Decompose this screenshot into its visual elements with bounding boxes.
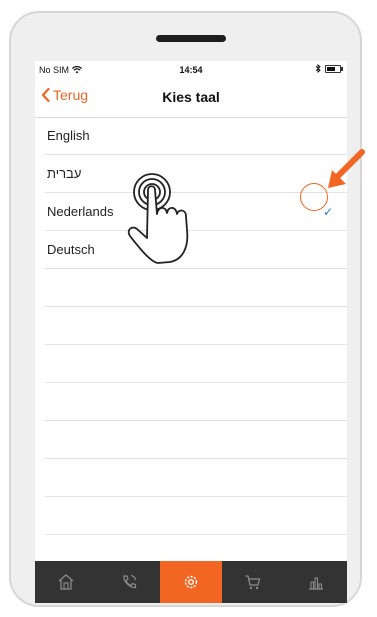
empty-row: [45, 459, 347, 497]
bluetooth-icon: [315, 64, 321, 73]
tab-settings[interactable]: [159, 561, 223, 603]
navigation-bar: Terug Kies taal: [35, 79, 347, 118]
empty-row: [45, 269, 347, 307]
settings-icon: [184, 575, 198, 589]
language-label: עברית: [47, 166, 82, 181]
tab-cart[interactable]: [222, 561, 284, 603]
status-bar: No SIM 14:54: [35, 61, 347, 79]
tab-calls[interactable]: [97, 561, 159, 603]
app-screen: No SIM 14:54 Terug Kies taal English עבר…: [35, 61, 347, 603]
status-time: 14:54: [179, 65, 203, 75]
language-label: English: [47, 128, 90, 143]
home-icon: [58, 574, 74, 590]
empty-row: [45, 307, 347, 345]
phone-speaker: [156, 35, 226, 42]
empty-row: [45, 345, 347, 383]
phone-icon: [123, 574, 136, 589]
empty-row: [45, 383, 347, 421]
language-label: Nederlands: [47, 204, 114, 219]
language-item-english[interactable]: English: [45, 117, 347, 155]
status-right: [315, 64, 343, 73]
pointer-arrow-icon: [328, 149, 365, 188]
empty-row: [45, 497, 347, 535]
tab-statistics[interactable]: [285, 561, 347, 603]
page-title: Kies taal: [162, 89, 220, 105]
cart-icon: [245, 575, 261, 590]
tab-home[interactable]: [35, 561, 97, 603]
tab-bar: [35, 561, 347, 603]
language-label: Deutsch: [47, 242, 95, 257]
checkmark-icon: ✓: [322, 205, 333, 219]
chart-icon: [308, 577, 323, 590]
tap-gesture-icon: [127, 173, 189, 264]
battery-icon: [325, 64, 343, 73]
empty-row: [45, 421, 347, 459]
phone-frame: No SIM 14:54 Terug Kies taal English עבר…: [9, 11, 362, 607]
